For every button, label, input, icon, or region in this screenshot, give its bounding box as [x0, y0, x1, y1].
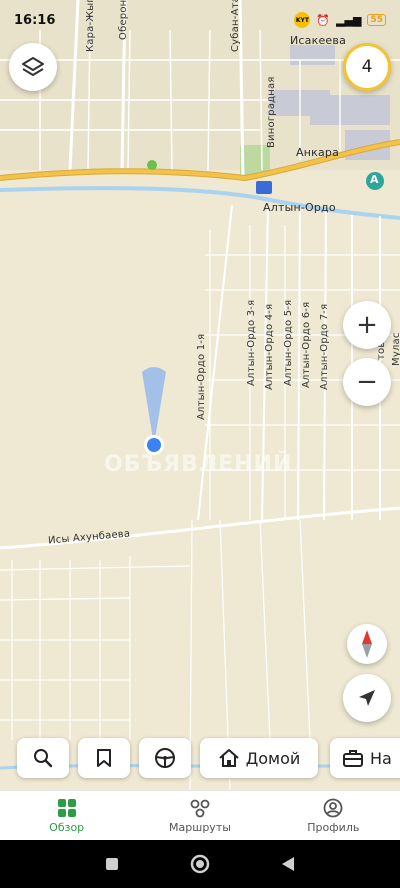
tab-profile[interactable]: Профиль [267, 791, 400, 840]
tab-routes[interactable]: Маршруты [133, 791, 266, 840]
street-label-vinogradnaya: Виноградная [266, 76, 277, 148]
street-label-altyn-ordo-5: Алтын-Ордо 5-я [283, 299, 294, 386]
status-bar: 16:16 KYT ⏰ ▂▄▆ 55 [0, 0, 400, 40]
tab-routes-label: Маршруты [169, 820, 231, 834]
home-shortcut-button[interactable]: Домой [200, 738, 318, 778]
search-button[interactable] [17, 738, 69, 778]
profile-icon [323, 798, 343, 817]
alarm-icon: ⏰ [316, 13, 331, 27]
bookmark-icon [97, 749, 111, 767]
minus-icon: − [356, 367, 378, 397]
status-icons: KYT ⏰ ▂▄▆ 55 [294, 12, 386, 28]
notifications-count-button[interactable]: 4 [343, 43, 391, 91]
bottom-navigation: Обзор Маршруты Профиль [0, 790, 400, 840]
street-label-mulas: Мулас [391, 332, 400, 366]
plus-icon: + [356, 310, 378, 340]
street-label-altyn-ordo-7: Алтын-Ордо 7-я [319, 303, 330, 390]
tab-overview-label: Обзор [49, 820, 85, 834]
work-shortcut-label: На [370, 748, 392, 768]
street-label-altyn-ordo: Алтын-Ордо [263, 201, 336, 214]
street-label-altyn-ordo-1: Алтын-Ордо 1-я [196, 333, 207, 420]
layers-button[interactable] [9, 43, 57, 91]
tab-profile-label: Профиль [307, 820, 360, 834]
work-shortcut-button[interactable]: На [330, 738, 400, 778]
search-icon [34, 749, 53, 768]
battery-icon: 55 [367, 14, 386, 26]
grid-icon [57, 798, 76, 817]
recents-icon[interactable] [104, 856, 120, 872]
compass-button[interactable] [347, 624, 387, 664]
street-label-altyn-ordo-3: Алтын-Ордо 3-я [246, 299, 257, 386]
back-icon[interactable] [280, 855, 296, 873]
notifications-count: 4 [361, 57, 373, 77]
status-time: 16:16 [14, 12, 56, 28]
my-location-button[interactable] [343, 674, 391, 722]
street-label-ankara: Анкара [296, 146, 340, 159]
watermark: ОБЪЯВЛЕНИЙ [104, 452, 293, 477]
home-icon [219, 749, 239, 767]
layers-icon [22, 57, 44, 76]
operator-badge-icon: KYT [294, 12, 311, 28]
zoom-out-button[interactable]: − [343, 358, 391, 406]
bookmarks-button[interactable] [78, 738, 130, 778]
street-label-altyn-ordo-4: Алтын-Ордо 4-я [264, 303, 275, 390]
street-label-altyn-ordo-6: Алтын-Ордо 6-я [301, 301, 312, 388]
drive-mode-button[interactable] [139, 738, 191, 778]
compass-icon [362, 630, 372, 658]
steering-wheel-icon [155, 748, 175, 768]
home-shortcut-label: Домой [245, 748, 301, 768]
poi-a-icon[interactable]: A [370, 173, 379, 186]
routes-icon [190, 799, 210, 817]
map-view[interactable]: Кара-Жыгач Оберон Субан-Ата Исакеева Вин… [0, 0, 400, 790]
zoom-in-button[interactable]: + [343, 301, 391, 349]
briefcase-icon [343, 750, 363, 767]
screen: Кара-Жыгач Оберон Субан-Ата Исакеева Вин… [0, 0, 400, 888]
navigation-arrow-icon [359, 690, 375, 706]
tab-overview[interactable]: Обзор [0, 791, 133, 840]
system-navigation-bar [0, 840, 400, 888]
signal-icon: ▂▄▆ [336, 13, 362, 27]
home-system-icon[interactable] [189, 853, 211, 875]
